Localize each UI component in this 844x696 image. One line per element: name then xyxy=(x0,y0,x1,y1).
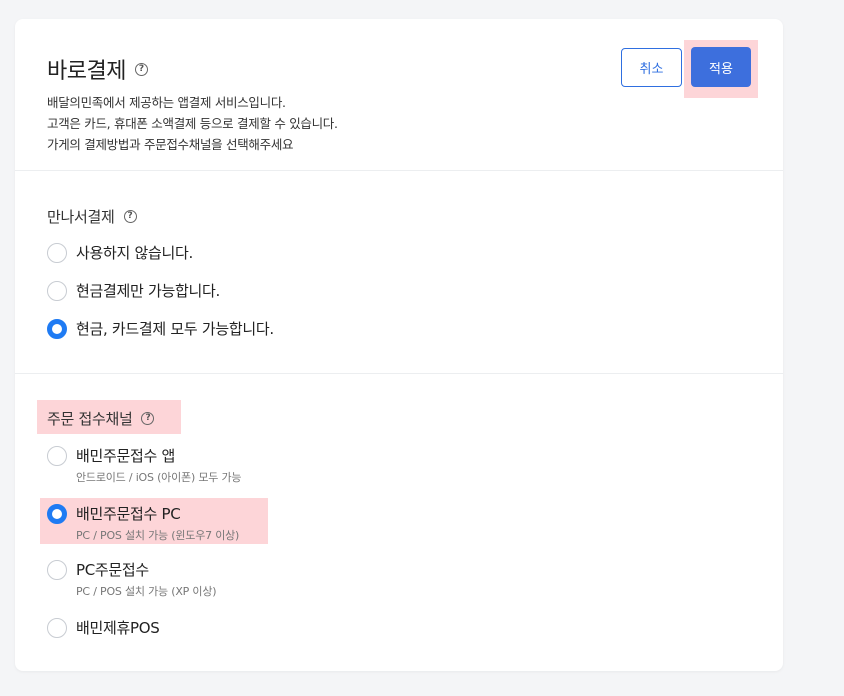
radio-button-selected[interactable] xyxy=(47,504,67,524)
order-channel-label: 주문 접수채널 ? xyxy=(47,408,155,429)
order-channel-option-pos[interactable]: 배민제휴POS xyxy=(47,618,160,638)
section-label-text: 주문 접수채널 xyxy=(47,410,133,428)
radio-label: 현금, 카드결제 모두 가능합니다. xyxy=(76,320,274,338)
meet-payment-label: 만나서결제 ? xyxy=(47,206,137,227)
radio-sublabel: 안드로이드 / iOS (아이폰) 모두 가능 xyxy=(76,471,242,484)
page-title: 바로결제 xyxy=(47,59,126,84)
description-line: 고객은 카드, 휴대폰 소액결제 등으로 결제할 수 있습니다. xyxy=(47,116,338,131)
help-icon[interactable]: ? xyxy=(123,210,137,223)
radio-label: 사용하지 않습니다. xyxy=(76,244,193,262)
order-channel-option-pc[interactable]: 배민주문접수 PC PC / POS 설치 가능 (윈도우7 이상) xyxy=(47,504,239,543)
radio-label: 배민주문접수 앱 xyxy=(76,447,175,465)
meet-payment-option-cash-card[interactable]: 현금, 카드결제 모두 가능합니다. xyxy=(47,319,274,339)
radio-button-selected[interactable] xyxy=(47,319,67,339)
payment-settings-card: 바로결제 ? 배달의민족에서 제공하는 앱결제 서비스입니다. 고객은 카드, … xyxy=(15,19,783,671)
radio-button[interactable] xyxy=(47,446,67,466)
cancel-button[interactable]: 취소 xyxy=(621,48,682,87)
help-icon[interactable]: ? xyxy=(141,412,155,425)
description-line: 배달의민족에서 제공하는 앱결제 서비스입니다. xyxy=(47,95,286,110)
radio-button[interactable] xyxy=(47,243,67,263)
description: 배달의민족에서 제공하는 앱결제 서비스입니다. 고객은 카드, 휴대폰 소액결… xyxy=(47,92,338,155)
radio-label: 현금결제만 가능합니다. xyxy=(76,282,220,300)
order-channel-option-app[interactable]: 배민주문접수 앱 안드로이드 / iOS (아이폰) 모두 가능 xyxy=(47,446,242,485)
radio-label: 배민제휴POS xyxy=(76,619,160,637)
radio-label: PC주문접수 xyxy=(76,561,149,579)
section-label-text: 만나서결제 xyxy=(47,208,115,226)
radio-sublabel: PC / POS 설치 가능 (XP 이상) xyxy=(76,585,217,598)
radio-button[interactable] xyxy=(47,281,67,301)
radio-button[interactable] xyxy=(47,560,67,580)
divider xyxy=(15,373,783,374)
title-row: 바로결제 ? xyxy=(47,53,148,85)
help-icon[interactable]: ? xyxy=(134,62,148,76)
description-line: 가게의 결제방법과 주문접수채널을 선택해주세요 xyxy=(47,137,294,152)
radio-sublabel: PC / POS 설치 가능 (윈도우7 이상) xyxy=(76,529,240,542)
meet-payment-option-cash[interactable]: 현금결제만 가능합니다. xyxy=(47,281,220,301)
apply-button[interactable]: 적용 xyxy=(691,47,751,87)
divider xyxy=(15,170,783,171)
order-channel-option-pc-legacy[interactable]: PC주문접수 PC / POS 설치 가능 (XP 이상) xyxy=(47,560,217,599)
meet-payment-option-none[interactable]: 사용하지 않습니다. xyxy=(47,243,193,263)
radio-button[interactable] xyxy=(47,618,67,638)
radio-label: 배민주문접수 PC xyxy=(76,505,181,523)
